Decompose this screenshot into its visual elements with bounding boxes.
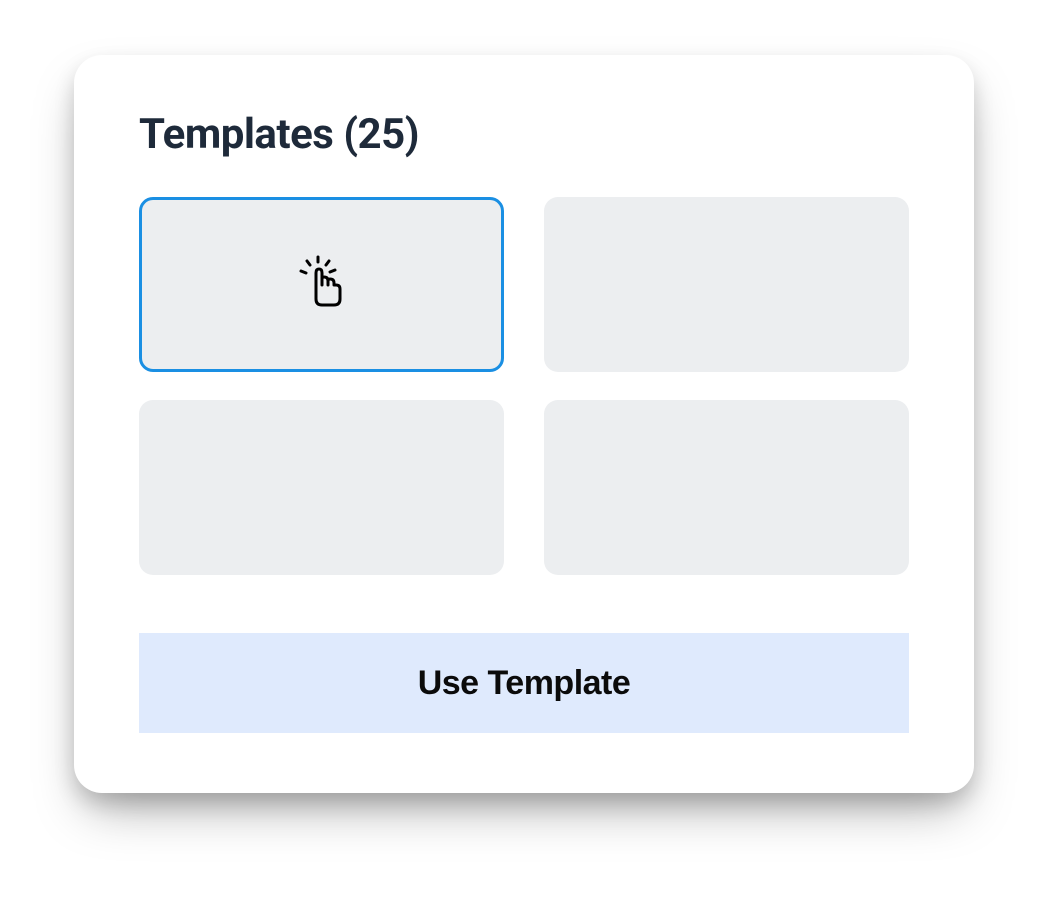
template-card-3[interactable]: [139, 400, 504, 575]
pointer-click-icon: [290, 253, 354, 317]
use-template-label: Use Template: [418, 664, 631, 703]
template-card-4[interactable]: [544, 400, 909, 575]
panel-title: Templates (25): [139, 110, 909, 159]
template-card-1[interactable]: [139, 197, 504, 372]
template-card-2[interactable]: [544, 197, 909, 372]
use-template-button[interactable]: Use Template: [139, 633, 909, 733]
templates-panel: Templates (25) Use Template: [74, 55, 974, 793]
templates-grid: [139, 197, 909, 575]
